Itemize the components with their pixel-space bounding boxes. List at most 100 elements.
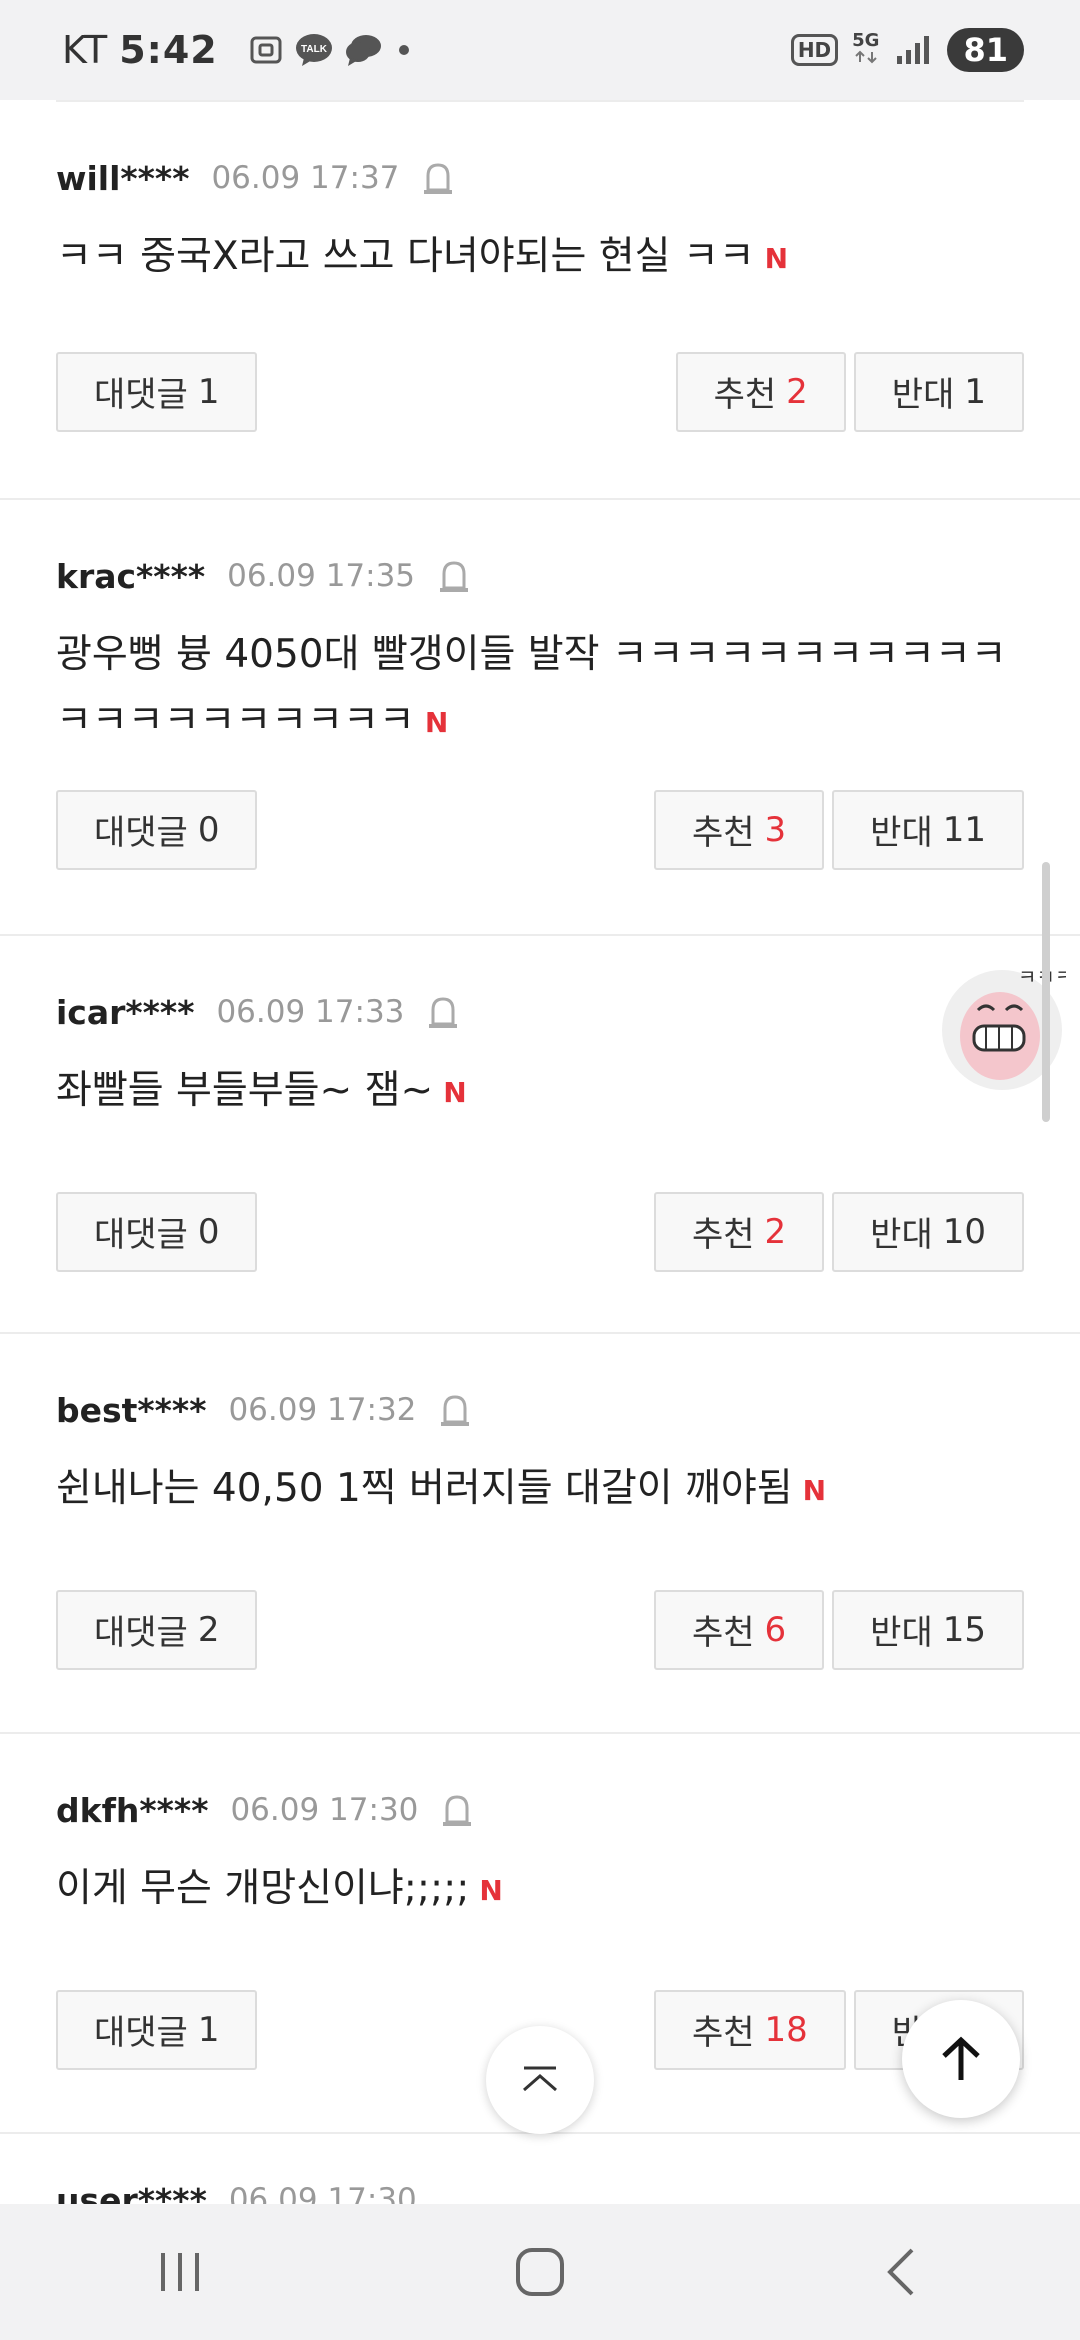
like-button[interactable]: 추천 2 xyxy=(675,351,846,432)
back-button[interactable] xyxy=(840,2232,960,2312)
comment-body: 광우뻥 븅 4050대 빨갱이들 발작 ㅋㅋㅋㅋㅋㅋㅋㅋㅋㅋㅋㅋㅋㅋㅋㅋㅋㅋㅋㅋ… xyxy=(56,632,1007,743)
reply-button[interactable]: 대댓글 0 xyxy=(56,1191,258,1272)
like-button[interactable]: 추천 2 xyxy=(653,1191,825,1272)
comment-user[interactable]: best**** xyxy=(56,1391,206,1430)
reply-button[interactable]: 대댓글 0 xyxy=(56,789,258,870)
reply-button[interactable]: 대댓글 1 xyxy=(56,1989,258,2070)
comment-actions: 대댓글 1 추천 2 반대 1 xyxy=(56,351,1024,490)
comment-item-partial: user**** 06.09 17:30 xyxy=(0,2134,1080,2205)
scroll-to-top-small-button[interactable] xyxy=(486,2026,594,2134)
battery-indicator: 81 xyxy=(947,28,1024,72)
dislike-button[interactable]: 반대 15 xyxy=(832,1589,1024,1670)
notification-icons: TALK xyxy=(248,32,414,68)
new-badge: N xyxy=(802,1473,827,1507)
double-chevron-up-icon xyxy=(523,2066,557,2092)
home-icon xyxy=(516,2248,564,2296)
new-badge: N xyxy=(424,705,449,739)
reply-label: 대댓글 xyxy=(94,813,188,853)
reply-label: 대댓글 xyxy=(94,2013,188,2053)
like-count: 2 xyxy=(764,1211,787,1252)
comment-meta: will**** 06.09 17:37 xyxy=(56,102,1024,204)
comment-body: ㅋㅋ 중국X라고 쓰고 다녀야되는 현실 ㅋㅋ xyxy=(56,234,755,279)
reply-label: 대댓글 xyxy=(94,375,188,415)
comment-meta: dkfh**** 06.09 17:30 xyxy=(56,1734,1024,1836)
comment-date: 06.09 17:32 xyxy=(228,1392,417,1428)
comment-user[interactable]: dkfh**** xyxy=(56,1791,208,1830)
hd-badge: HD xyxy=(790,34,839,66)
clock: 5:42 xyxy=(119,28,218,72)
dislike-count: 11 xyxy=(942,809,986,850)
reply-count: 1 xyxy=(197,2009,220,2050)
like-label: 추천 xyxy=(691,2013,755,2053)
comment-list[interactable]: will**** 06.09 17:37 ㅋㅋ 중국X라고 쓰고 다녀야되는 현… xyxy=(0,100,1080,2204)
like-label: 추천 xyxy=(691,1215,755,1255)
report-siren-icon[interactable] xyxy=(437,558,471,594)
comment-user[interactable]: user**** xyxy=(56,2181,207,2205)
like-button[interactable]: 추천 3 xyxy=(653,789,825,870)
new-badge: N xyxy=(479,1873,503,1907)
report-siren-icon[interactable] xyxy=(438,1392,472,1428)
dislike-label: 반대 xyxy=(870,1215,933,1255)
dislike-label: 반대 xyxy=(870,1613,933,1653)
report-siren-icon[interactable] xyxy=(421,160,455,196)
dot-icon xyxy=(398,45,409,55)
like-label: 추천 xyxy=(713,375,777,415)
system-nav-bar xyxy=(0,2204,1080,2340)
comment-text: 광우뻥 븅 4050대 빨갱이들 발작 ㅋㅋㅋㅋㅋㅋㅋㅋㅋㅋㅋㅋㅋㅋㅋㅋㅋㅋㅋㅋ… xyxy=(56,622,1024,756)
comment-user[interactable]: will**** xyxy=(56,159,189,198)
arrow-up-icon xyxy=(942,2036,980,2080)
like-count: 18 xyxy=(764,2009,808,2050)
reply-label: 대댓글 xyxy=(94,1215,188,1255)
comment-date: 06.09 17:37 xyxy=(211,160,400,196)
comment-user[interactable]: krac**** xyxy=(56,557,205,596)
comment-meta: best**** 06.09 17:32 xyxy=(56,1334,1024,1436)
reply-count: 1 xyxy=(197,371,220,412)
dislike-count: 10 xyxy=(942,1211,986,1252)
network-label: 5G xyxy=(852,30,880,51)
status-bar: KT 5:42 TALK HD 5G 81 xyxy=(0,0,1080,100)
comment-text: ㅋㅋ 중국X라고 쓰고 다녀야되는 현실 ㅋㅋ N xyxy=(56,224,1024,292)
like-button[interactable]: 추천 18 xyxy=(653,1989,846,2070)
dislike-count: 15 xyxy=(942,1609,986,1650)
report-siren-icon[interactable] xyxy=(440,1792,474,1828)
report-siren-icon[interactable] xyxy=(426,994,460,1030)
back-chevron-icon xyxy=(887,2248,914,2296)
comment-item: icar**** 06.09 17:33 좌빨들 부들부들~ 잼~N ㅋㅋㅋ 대… xyxy=(0,936,1080,1334)
reply-button[interactable]: 대댓글 1 xyxy=(56,351,258,432)
like-count: 3 xyxy=(764,809,787,850)
comment-body: 좌빨들 부들부들~ 잼~ xyxy=(56,1068,434,1113)
dislike-label: 반대 xyxy=(870,813,933,853)
comment-user[interactable]: icar**** xyxy=(56,993,194,1032)
comment-text: 이게 무슨 개망신이냐;;;;; N xyxy=(56,1856,1024,1924)
svg-text:TALK: TALK xyxy=(301,44,328,55)
scrollbar[interactable] xyxy=(1042,862,1050,1122)
new-badge: N xyxy=(764,241,789,275)
comment-actions: 대댓글 0 추천 2 반대 10 xyxy=(56,1191,1024,1330)
like-button[interactable]: 추천 6 xyxy=(653,1589,825,1670)
comment-date: 06.09 17:30 xyxy=(230,1792,419,1828)
home-button[interactable] xyxy=(480,2232,600,2312)
recent-apps-button[interactable] xyxy=(120,2232,240,2312)
comment-date: 06.09 17:30 xyxy=(228,2182,417,2204)
status-left: KT 5:42 TALK xyxy=(62,28,414,72)
dislike-label: 반대 xyxy=(891,375,955,415)
signal-icon xyxy=(897,36,930,64)
carrier-label: KT xyxy=(62,28,108,72)
comment-actions: 대댓글 0 추천 3 반대 11 xyxy=(56,789,1024,928)
reply-label: 대댓글 xyxy=(94,1613,188,1653)
reply-button[interactable]: 대댓글 2 xyxy=(56,1589,258,1670)
dislike-button[interactable]: 반대 1 xyxy=(853,351,1024,432)
comment-meta: user**** 06.09 17:30 xyxy=(56,2134,1024,2205)
dislike-count: 1 xyxy=(964,371,986,412)
scroll-up-button[interactable] xyxy=(902,2000,1020,2118)
comment-actions: 대댓글 2 추천 6 반대 15 xyxy=(56,1589,1024,1728)
comment-text: 좌빨들 부들부들~ 잼~ N xyxy=(56,1058,1024,1126)
like-count: 2 xyxy=(786,371,808,412)
dislike-button[interactable]: 반대 11 xyxy=(832,789,1024,870)
comment-body: 이게 무슨 개망신이냐;;;;; xyxy=(56,1866,470,1911)
dislike-button[interactable]: 반대 10 xyxy=(832,1191,1024,1272)
recent-apps-icon xyxy=(161,2253,199,2291)
new-badge: N xyxy=(443,1075,467,1109)
comment-item: best**** 06.09 17:32 쉰내나는 40,50 1찍 버러지들 … xyxy=(0,1334,1080,1734)
comment-item: krac**** 06.09 17:35 광우뻥 븅 4050대 빨갱이들 발작… xyxy=(0,500,1080,936)
